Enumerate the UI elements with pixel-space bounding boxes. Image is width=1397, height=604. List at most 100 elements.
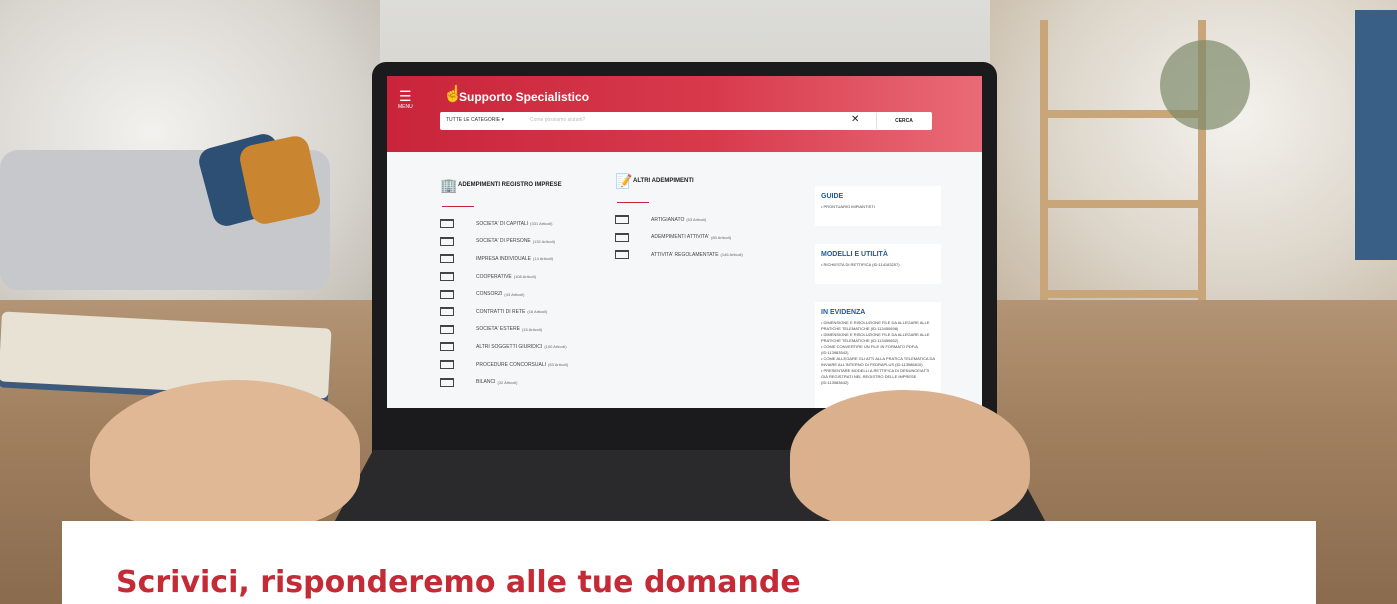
list-item-label: SOCIETA' DI CAPITALI: [476, 220, 529, 227]
list-item-label: PROCEDURE CONCORSUALI: [476, 361, 547, 368]
folder-icon: [615, 250, 629, 260]
list-item[interactable]: COOPERATIVE (108 Articoli): [440, 268, 568, 286]
registro-heading-text: ADEMPIMENTI REGISTRO IMPRESE: [458, 182, 562, 188]
building-icon: 🏢: [440, 177, 458, 193]
list-item-count: (132 Articoli): [532, 238, 555, 244]
list-item-label: SOCIETA' ESTERE: [476, 326, 520, 333]
list-item-count: (83 Articoli): [548, 362, 569, 368]
list-item-count: (331 Articoli): [530, 221, 553, 227]
modelli-box: MODELLI E UTILITÀ • RICHIESTA DI RETTIFI…: [815, 244, 941, 284]
list-item[interactable]: IMPRESA INDIVIDUALE (14 Articoli): [440, 250, 568, 268]
evidenza-link[interactable]: • COME CONVERTIRE UN FILE IN FORMATO PDF…: [821, 344, 935, 356]
registro-column: 🏢 ADEMPIMENTI REGISTRO IMPRESE SOCIETA' …: [440, 178, 568, 391]
evidenza-link-label: DIMENSIONE E RISOLUZIONE FILE DA ALLEGAR…: [821, 332, 930, 343]
evidenza-link[interactable]: • DIMENSIONE E RISOLUZIONE FILE DA ALLEG…: [821, 320, 935, 332]
list-item-label: CONSORZI: [476, 291, 503, 298]
search-button[interactable]: CERCA: [876, 113, 931, 129]
guide-link[interactable]: • PRONTUARIO IMPIANTISTI: [821, 204, 935, 210]
list-item[interactable]: SOCIETA' DI PERSONE (132 Articoli): [440, 233, 568, 251]
list-item[interactable]: BILANCI (32 Articoli): [440, 373, 568, 391]
app-header: ☰ MENU ☝ Supporto Specialistico TUTTE LE…: [387, 76, 982, 152]
divider: [442, 206, 474, 207]
list-item-count: (108 Articoli): [513, 274, 536, 280]
list-item-label: ALTRI SOGGETTI GIURIDICI: [476, 343, 543, 350]
list-item-label: ADEMPIMENTI ATTIVITA': [651, 234, 709, 241]
laptop-screen: ☰ MENU ☝ Supporto Specialistico TUTTE LE…: [387, 76, 982, 408]
list-item[interactable]: ADEMPIMENTI ATTIVITA' (89 Articoli): [615, 229, 743, 247]
page-heading: Scrivici, risponderemo alle tue domande: [116, 565, 801, 600]
plant: [1160, 40, 1250, 130]
list-item-count: (100 Articoli): [544, 344, 567, 350]
list-item-label: IMPRESA INDIVIDUALE: [476, 255, 532, 262]
list-item-label: BILANCI: [476, 379, 496, 386]
altri-column: 📝 ALTRI ADEMPIMENTI ARTIGIANATO (53 Artic…: [615, 174, 743, 264]
app-title: Supporto Specialistico: [459, 90, 590, 104]
search-input[interactable]: Come possiamo aiutarti?: [530, 117, 585, 123]
list-item-label: CONTRATTI DI RETE: [476, 308, 526, 315]
modelli-link[interactable]: • RICHIESTA DI RETTIFICA (ID:114183207): [821, 262, 935, 268]
evidenza-link[interactable]: • DIMENSIONE E RISOLUZIONE FILE DA ALLEG…: [821, 332, 935, 344]
list-item-count: (146 Articoli): [720, 252, 743, 258]
category-select-value: TUTTE LE CATEGORIE: [446, 117, 501, 123]
evidenza-link-label: COME CONVERTIRE UN FILE IN FORMATO PDF/A…: [821, 344, 918, 355]
hand-pointer-icon: ☝: [443, 86, 463, 103]
category-select[interactable]: TUTTE LE CATEGORIE ▾: [446, 117, 504, 123]
folder-icon: [440, 236, 454, 246]
list-item[interactable]: SOCIETA' ESTERE (15 Articoli): [440, 321, 568, 339]
modelli-link-label: RICHIESTA DI RETTIFICA (ID:114183207): [823, 262, 900, 267]
menu-label: MENU: [398, 104, 413, 110]
edit-document-icon: 📝: [615, 173, 633, 189]
folder-icon: [440, 289, 454, 299]
curtain: [1355, 10, 1397, 260]
guide-box: GUIDE • PRONTUARIO IMPIANTISTI: [815, 186, 941, 226]
list-item-count: (89 Articoli): [711, 234, 732, 240]
folder-icon: [440, 219, 454, 229]
list-item-count: (15 Articoli): [521, 326, 542, 332]
evidenza-link[interactable]: • COME ALLEGARE GLI ATTI ALLA PRATICA TE…: [821, 356, 935, 368]
guide-heading: GUIDE: [821, 193, 844, 200]
folder-icon: [440, 272, 454, 282]
chevron-down-icon: ▾: [501, 117, 504, 123]
list-item[interactable]: CONTRATTI DI RETE (16 Articoli): [440, 303, 568, 321]
list-item[interactable]: SOCIETA' DI CAPITALI (331 Articoli): [440, 215, 568, 233]
list-item-count: (32 Articoli): [497, 379, 518, 385]
list-item[interactable]: ATTIVITA' REGOLAMENTATE (146 Articoli): [615, 246, 743, 264]
list-item-count: (53 Articoli): [686, 217, 707, 223]
list-item-label: SOCIETA' DI PERSONE: [476, 238, 531, 245]
list-item[interactable]: CONSORZI (43 Articoli): [440, 285, 568, 303]
list-item-count: (14 Articoli): [533, 256, 554, 262]
folder-icon: [440, 342, 454, 352]
modelli-heading: MODELLI E UTILITÀ: [821, 251, 888, 258]
right-hand: [790, 390, 1030, 530]
folder-icon: [615, 232, 629, 242]
list-item-count: (16 Articoli): [527, 309, 548, 315]
close-icon[interactable]: ✕: [851, 114, 859, 125]
registro-heading: 🏢 ADEMPIMENTI REGISTRO IMPRESE: [440, 178, 568, 192]
folder-icon: [440, 254, 454, 264]
evidenza-link-label: PRESENTARE MODELLI A RETTIFICA DI DENUNC…: [821, 368, 930, 385]
list-item[interactable]: ARTIGIANATO (53 Articoli): [615, 211, 743, 229]
hero-photo: ☰ MENU ☝ Supporto Specialistico TUTTE LE…: [0, 0, 1397, 604]
evidenza-link-label: DIMENSIONE E RISOLUZIONE FILE DA ALLEGAR…: [821, 320, 930, 331]
divider: [617, 202, 649, 203]
list-item-count: (43 Articoli): [504, 291, 525, 297]
altri-heading-text: ALTRI ADEMPIMENTI: [633, 178, 694, 184]
list-item[interactable]: ALTRI SOGGETTI GIURIDICI (100 Articoli): [440, 338, 568, 356]
folder-icon: [440, 360, 454, 370]
list-item[interactable]: PROCEDURE CONCORSUALI (83 Articoli): [440, 356, 568, 374]
list-item-label: ARTIGIANATO: [651, 216, 685, 223]
evidenza-link-label: COME ALLEGARE GLI ATTI ALLA PRATICA TELE…: [821, 356, 935, 367]
content-card: Scrivici, risponderemo alle tue domande: [62, 521, 1316, 604]
folder-icon: [615, 215, 629, 225]
altri-heading: 📝 ALTRI ADEMPIMENTI: [615, 174, 743, 188]
hamburger-menu-icon[interactable]: ☰: [399, 89, 412, 103]
evidenza-heading: IN EVIDENZA: [821, 309, 866, 316]
folder-icon: [440, 324, 454, 334]
folder-icon: [440, 307, 454, 317]
guide-link-label: PRONTUARIO IMPIANTISTI: [823, 204, 875, 209]
folder-icon: [440, 377, 454, 387]
search-bar: TUTTE LE CATEGORIE ▾ Come possiamo aiuta…: [440, 112, 932, 130]
evidenza-link[interactable]: • PRESENTARE MODELLI A RETTIFICA DI DENU…: [821, 368, 935, 386]
list-item-label: COOPERATIVE: [476, 273, 512, 280]
list-item-label: ATTIVITA' REGOLAMENTATE: [651, 251, 719, 258]
